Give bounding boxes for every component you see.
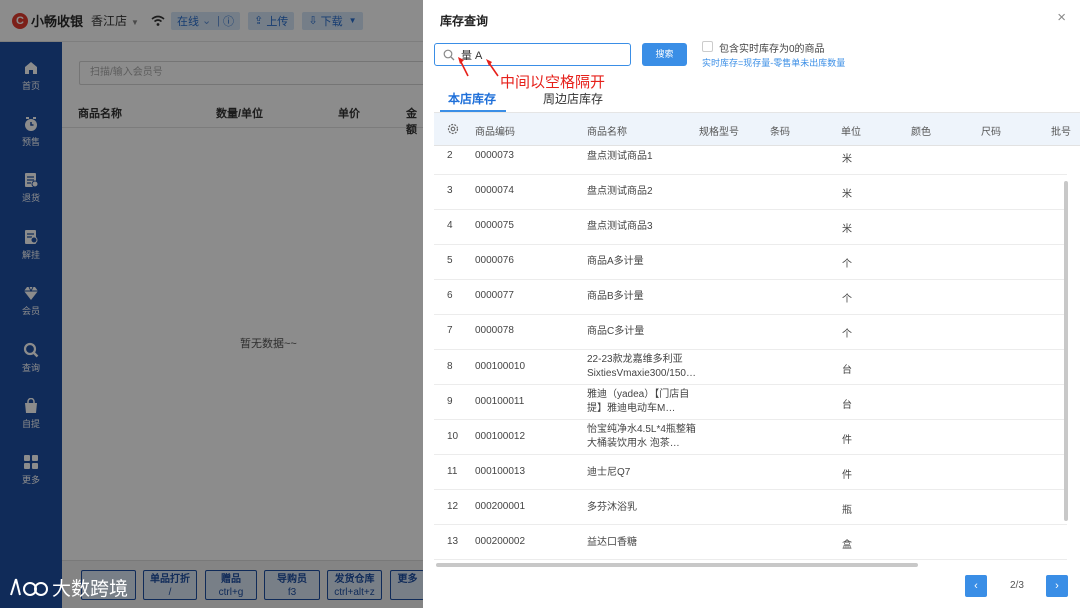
table-row[interactable]: 8 000100010 22-23款龙嘉维多利亚SixtiesVmaxie300/1…: [434, 350, 1067, 385]
row-unit: 个: [842, 329, 852, 340]
pager-indicator: 2/3: [1010, 580, 1024, 591]
row-name: 迪士尼Q7: [587, 467, 631, 478]
row-index: 7: [447, 325, 453, 336]
row-name: 盘点测试商品1: [587, 151, 653, 162]
row-unit: 个: [842, 259, 852, 270]
annotation-text: 中间以空格隔开: [500, 74, 606, 91]
table-row[interactable]: 6 0000077 商品B多计量 个: [434, 280, 1067, 315]
table-row[interactable]: 12 000200001 多芬沐浴乳 瓶: [434, 490, 1067, 525]
row-name: 商品A多计量: [587, 256, 644, 267]
row-code: 0000076: [475, 255, 514, 266]
row-unit: 米: [842, 154, 852, 165]
row-unit: 台: [842, 400, 852, 411]
table-row[interactable]: 2 0000073 盘点测试商品1 米: [434, 146, 1067, 175]
row-index: 5: [447, 255, 453, 266]
table-row[interactable]: 3 0000074 盘点测试商品2 米: [434, 175, 1067, 210]
grid-body: 2 0000073 盘点测试商品1 米 3 0000074 盘点测试商品2 米 4 00000…: [434, 146, 1067, 560]
row-code: 0000074: [475, 185, 514, 196]
column-header: 规格型号: [699, 127, 739, 138]
column-header: 商品名称: [587, 127, 627, 138]
include-zero-checkbox[interactable]: [702, 41, 713, 52]
column-header: 批号: [1051, 127, 1071, 138]
tab-active-indicator: [440, 110, 506, 112]
gear-icon[interactable]: [446, 122, 460, 136]
row-index: 3: [447, 185, 453, 196]
table-row[interactable]: 13 000200002 益达口香糖 盒: [434, 525, 1067, 560]
row-name: 盘点测试商品3: [587, 221, 653, 232]
row-index: 8: [447, 361, 453, 372]
pager-next-button[interactable]: ›: [1046, 575, 1068, 597]
row-index: 11: [447, 466, 458, 477]
column-header: 商品编码: [475, 127, 515, 138]
row-name: 益达口香糖: [587, 537, 637, 548]
table-row[interactable]: 11 000100013 迪士尼Q7 件: [434, 455, 1067, 490]
search-button[interactable]: 搜索: [642, 43, 687, 66]
checkbox-label: 包含实时库存为0的商品: [719, 44, 825, 55]
stock-hint: 实时库存=现存量-零售单未出库数量: [702, 58, 846, 68]
vertical-scrollbar[interactable]: [1064, 181, 1068, 521]
row-code: 000100012: [475, 431, 526, 442]
horizontal-scrollbar[interactable]: [436, 563, 918, 567]
row-index: 12: [447, 501, 459, 512]
table-row[interactable]: 4 0000075 盘点测试商品3 米: [434, 210, 1067, 245]
row-index: 13: [447, 536, 459, 547]
row-unit: 个: [842, 294, 852, 305]
row-code: 0000077: [475, 290, 514, 301]
tab-local-stock[interactable]: 本店库存: [448, 90, 496, 107]
row-name: 多芬沐浴乳: [587, 502, 637, 513]
row-name: 怡宝纯净水4.5L*4瓶整箱大桶装饮用水 泡茶…: [587, 424, 696, 449]
row-name: 22-23款龙嘉维多利亚SixtiesVmaxie300/150…: [587, 354, 696, 379]
row-code: 000100010: [475, 361, 526, 372]
table-row[interactable]: 7 0000078 商品C多计量 个: [434, 315, 1067, 350]
column-header: 尺码: [981, 127, 1001, 138]
table-row[interactable]: 9 000100011 雅迪（yadea）【门店自提】雅迪电动车M… 台: [434, 385, 1067, 420]
grid-header: 商品编码 商品名称 规格型号 条码 单位 颜色 尺码 批号: [434, 113, 1080, 146]
row-code: 000100013: [475, 466, 526, 477]
table-row[interactable]: 5 0000076 商品A多计量 个: [434, 245, 1067, 280]
tab-nearby-stock[interactable]: 周边店库存: [543, 90, 603, 107]
row-code: 000200002: [475, 536, 526, 547]
row-index: 2: [447, 150, 453, 161]
row-unit: 瓶: [842, 505, 852, 516]
row-code: 0000073: [475, 150, 514, 161]
column-header: 颜色: [911, 127, 931, 138]
row-index: 10: [447, 431, 459, 442]
watermark-logo-icon: [10, 578, 48, 596]
close-icon[interactable]: ×: [1057, 9, 1066, 26]
row-code: 000100011: [475, 396, 525, 407]
row-unit: 件: [842, 470, 852, 481]
row-name: 商品B多计量: [587, 291, 644, 302]
row-code: 0000078: [475, 325, 514, 336]
row-index: 4: [447, 220, 453, 231]
row-index: 9: [447, 396, 453, 407]
row-index: 6: [447, 290, 453, 301]
row-code: 0000075: [475, 220, 514, 231]
row-unit: 米: [842, 189, 852, 200]
inventory-query-dialog: 库存查询 × 量 A 搜索 包含实时库存为0的商品 实时库存=现存量-零售单未出…: [423, 0, 1080, 608]
pager-prev-button[interactable]: ‹: [965, 575, 987, 597]
row-unit: 件: [842, 435, 852, 446]
row-unit: 盒: [842, 540, 852, 551]
column-header: 单位: [841, 127, 861, 138]
dialog-title: 库存查询: [440, 14, 489, 28]
row-unit: 米: [842, 224, 852, 235]
row-unit: 台: [842, 365, 852, 376]
row-name: 盘点测试商品2: [587, 186, 653, 197]
watermark: 大数跨境: [8, 574, 128, 601]
row-name: 商品C多计量: [587, 326, 645, 337]
table-row[interactable]: 10 000100012 怡宝纯净水4.5L*4瓶整箱大桶装饮用水 泡茶… 件: [434, 420, 1067, 455]
row-name: 雅迪（yadea）【门店自提】雅迪电动车M…: [587, 389, 690, 414]
watermark-text: 大数跨境: [52, 579, 129, 600]
column-header: 条码: [770, 127, 790, 138]
row-code: 000200001: [475, 501, 526, 512]
